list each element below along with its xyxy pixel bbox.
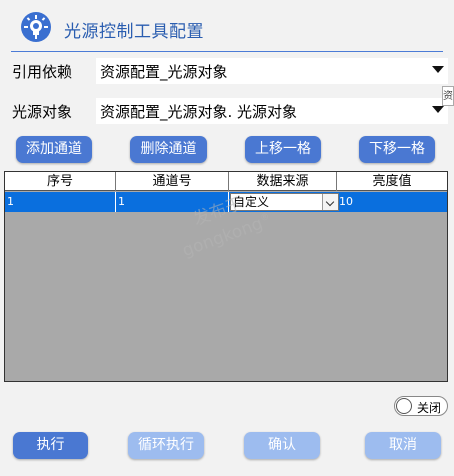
toggle-label: 关闭 bbox=[417, 401, 442, 415]
execute-button[interactable]: 执行 bbox=[13, 432, 88, 459]
row-brightness-cell[interactable]: 10 bbox=[337, 192, 447, 212]
column-header[interactable]: 序号 bbox=[5, 172, 116, 191]
column-header[interactable]: 数据来源 bbox=[229, 172, 337, 191]
dependency-label: 引用依赖 bbox=[12, 63, 73, 81]
move-down-button[interactable]: 下移一格 bbox=[359, 136, 435, 163]
source-value: 资源配置_光源对象. 光源对象 bbox=[100, 103, 298, 121]
row-index-cell[interactable]: 1 bbox=[5, 192, 116, 212]
confirm-button[interactable]: 确认 bbox=[244, 432, 320, 459]
dependency-value: 资源配置_光源对象 bbox=[100, 63, 228, 81]
column-header[interactable]: 亮度值 bbox=[337, 172, 447, 191]
cancel-button[interactable]: 取消 bbox=[365, 432, 441, 459]
caret-down-icon[interactable] bbox=[432, 106, 444, 113]
dropdown-arrow-icon[interactable] bbox=[322, 194, 338, 210]
dependency-select[interactable]: 资源配置_光源对象 bbox=[96, 58, 448, 84]
toggle-knob[interactable] bbox=[396, 398, 412, 414]
move-up-button[interactable]: 上移一格 bbox=[245, 136, 321, 163]
table-header: 序号 通道号 数据来源 亮度值 bbox=[5, 172, 447, 191]
add-channel-button[interactable]: 添加通道 bbox=[16, 136, 92, 163]
source-label: 光源对象 bbox=[12, 103, 73, 121]
side-tab[interactable]: 资 bbox=[442, 86, 454, 106]
page-title: 光源控制工具配置 bbox=[64, 22, 204, 42]
source-select[interactable]: 资源配置_光源对象. 光源对象 bbox=[96, 98, 448, 124]
loop-execute-button[interactable]: 循环执行 bbox=[128, 432, 204, 459]
header-divider bbox=[11, 51, 443, 52]
loop-toggle[interactable]: 关闭 bbox=[394, 396, 448, 416]
header: 光源控制工具配置 bbox=[0, 0, 454, 50]
column-header[interactable]: 通道号 bbox=[116, 172, 229, 191]
caret-down-icon[interactable] bbox=[432, 66, 444, 73]
delete-channel-button[interactable]: 删除通道 bbox=[130, 136, 207, 163]
lightbulb-gear-icon bbox=[21, 12, 51, 42]
